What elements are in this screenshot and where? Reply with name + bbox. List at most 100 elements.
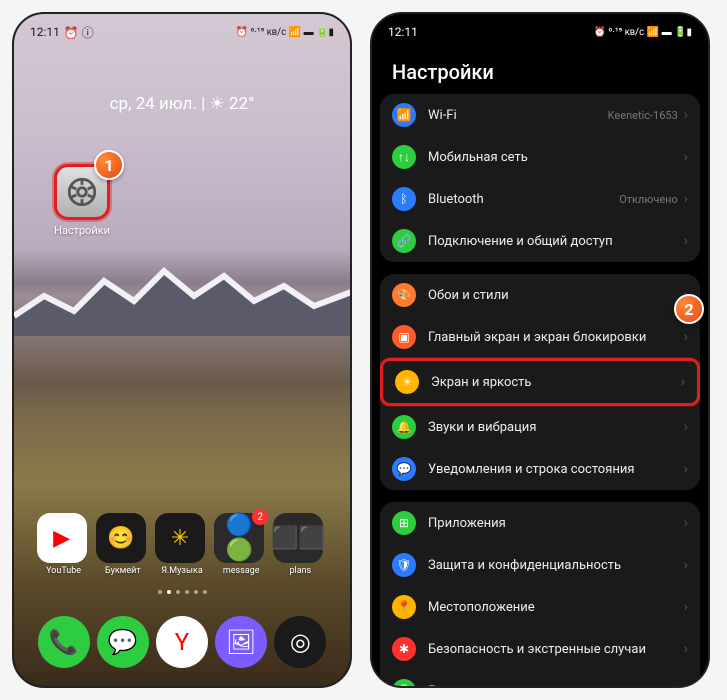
row-label: Батарея — [428, 684, 684, 689]
settings-row-защита-и-конфиденциальность[interactable]: 🛡 Защита и конфиденциальность› — [380, 544, 700, 586]
app-message[interactable]: 🔵🟢2 message — [214, 513, 268, 576]
row-value: Keenetic-1653 — [608, 109, 678, 122]
row-icon: 🛡 — [392, 553, 416, 577]
dock-icon-3[interactable]: 🖼 — [215, 616, 267, 668]
settings-row-обои-и-стили[interactable]: 🎨Обои и стили› — [380, 274, 700, 316]
temperature: 22° — [229, 94, 254, 114]
app-icon: ▶ — [37, 513, 87, 563]
page-indicator — [14, 590, 350, 594]
chevron-right-icon: › — [684, 233, 688, 249]
row-icon: ✱ — [392, 637, 416, 661]
settings-row-местоположение[interactable]: 📍 Местоположение› — [380, 586, 700, 628]
chevron-right-icon: › — [684, 149, 688, 165]
settings-row-главный-экран-и-экран-блокировки[interactable]: ▣ Главный экран и экран блокировки› — [380, 316, 700, 358]
row-label: Местоположение — [428, 600, 684, 615]
settings-row-экран-и-яркость[interactable]: ☀ Экран и яркость› — [380, 358, 700, 406]
settings-row-wi-fi[interactable]: 📶 Wi-FiKeenetic-1653 › — [380, 94, 700, 136]
chevron-right-icon: › — [684, 107, 688, 123]
notification-badge: 2 — [252, 509, 268, 525]
chevron-right-icon: › — [684, 515, 688, 531]
chevron-right-icon: › — [684, 599, 688, 615]
settings-row-подключение-и-общий-доступ[interactable]: 🔗 Подключение и общий доступ› — [380, 220, 700, 262]
settings-row-батарея[interactable]: 🔋 Батарея› — [380, 670, 700, 688]
status-bar: 12:11 ⏰ ⁰·¹⁹ ᴋʙ/ᴄ 📶 ▬ 🔋▮ — [372, 14, 708, 44]
app-icon: 🔵🟢2 — [214, 513, 264, 563]
status-left-icons: ⏰ ⓘ — [64, 24, 94, 41]
row-label: Bluetooth — [428, 192, 619, 207]
app-букмейт[interactable]: 😊 Букмейт — [96, 513, 150, 576]
app-label: Настройки — [54, 224, 110, 237]
dock: 📞💬Y🖼◎ — [14, 616, 350, 668]
status-right-icons: ⏰ ⁰·¹⁹ ᴋʙ/ᴄ 📶 ▬ 🔋▮ — [236, 27, 334, 38]
row-label: Wi-Fi — [428, 108, 608, 123]
row-icon: 💬 — [392, 457, 416, 481]
mountain-silhouette — [14, 256, 352, 336]
row-value: Отключено — [619, 193, 678, 206]
settings-screen-phone: 12:11 ⏰ ⁰·¹⁹ ᴋʙ/ᴄ 📶 ▬ 🔋▮ Настройки 📶 Wi-F… — [370, 12, 710, 688]
chevron-right-icon: › — [684, 461, 688, 477]
row-label: Обои и стили — [428, 288, 684, 303]
row-label: Главный экран и экран блокировки — [428, 330, 684, 345]
callout-badge-1: 1 — [94, 150, 124, 180]
row-label: Экран и яркость — [431, 375, 681, 390]
status-bar: 12:11 ⏰ ⓘ ⏰ ⁰·¹⁹ ᴋʙ/ᴄ 📶 ▬ 🔋▮ — [14, 14, 350, 44]
settings-row-приложения[interactable]: ⊞Приложения› — [380, 502, 700, 544]
settings-row-звуки-и-вибрация[interactable]: 🔔Звуки и вибрация› — [380, 406, 700, 448]
app-youtube[interactable]: ▶ YouTube — [37, 513, 91, 576]
row-label: Подключение и общий доступ — [428, 234, 684, 249]
row-icon: 🎨 — [392, 283, 416, 307]
row-icon: 🔗 — [392, 229, 416, 253]
page-title: Настройки — [372, 44, 708, 94]
settings-list[interactable]: 📶Wi-FiKeenetic-1653›↑↓Мобильная сеть›ᛒBl… — [372, 94, 708, 688]
row-icon: ☀ — [395, 370, 419, 394]
wallpaper — [14, 14, 350, 686]
settings-row-bluetooth[interactable]: ᛒ BluetoothОтключено › — [380, 178, 700, 220]
app-label: message — [214, 566, 268, 576]
status-time: 12:11 — [30, 25, 60, 39]
callout-badge-2: 2 — [674, 294, 704, 324]
row-icon: 📍 — [392, 595, 416, 619]
weather-icon: ☀ — [209, 94, 224, 114]
app-icon: ✳ — [155, 513, 205, 563]
app-я.музыка[interactable]: ✳ Я.Музыка — [155, 513, 209, 576]
status-right-icons: ⏰ ⁰·¹⁹ ᴋʙ/ᴄ 📶 ▬ 🔋▮ — [594, 27, 692, 38]
chevron-right-icon: › — [684, 683, 688, 688]
chevron-right-icon: › — [684, 191, 688, 207]
row-label: Приложения — [428, 516, 684, 531]
dock-icon-0[interactable]: 📞 — [38, 616, 90, 668]
settings-row-мобильная-сеть[interactable]: ↑↓ Мобильная сеть› — [380, 136, 700, 178]
settings-group: 🎨 Обои и стили › ▣ Главный экран и экран бло… — [380, 274, 700, 490]
app-label: Я.Музыка — [155, 566, 209, 576]
settings-group: 📶Wi-FiKeenetic-1653›↑↓Мобильная сеть›ᛒBl… — [380, 94, 700, 262]
dock-icon-4[interactable]: ◎ — [274, 616, 326, 668]
row-label: Защита и конфиденциальность — [428, 558, 684, 573]
app-icon: 😊 — [96, 513, 146, 563]
row-icon: ↑↓ — [392, 145, 416, 169]
row-icon: 📶 — [392, 103, 416, 127]
row-label: Безопасность и экстренные случаи — [428, 642, 684, 657]
row-label: Уведомления и строка состояния — [428, 462, 684, 477]
settings-row-уведомления-и-строка-состояния[interactable]: 💬 Уведомления и строка состояния› — [380, 448, 700, 490]
chevron-right-icon: › — [684, 557, 688, 573]
weather-widget[interactable]: ср, 24 июл. | ☀ 22° — [14, 94, 350, 114]
app-icon: ⬛⬛ — [273, 513, 323, 563]
chevron-right-icon: › — [684, 329, 688, 345]
app-label: YouTube — [37, 566, 91, 576]
chevron-right-icon: › — [681, 374, 685, 390]
settings-row-безопасность-и-экстренные-случаи[interactable]: ✱ Безопасность и экстренные случаи› — [380, 628, 700, 670]
row-icon: ᛒ — [392, 187, 416, 211]
row-label: Мобильная сеть — [428, 150, 684, 165]
app-label: plans — [273, 566, 327, 576]
row-icon: ▣ — [392, 325, 416, 349]
settings-app[interactable]: Настройки 1 — [54, 164, 110, 237]
chevron-right-icon: › — [684, 419, 688, 435]
dock-icon-1[interactable]: 💬 — [97, 616, 149, 668]
status-time: 12:11 — [388, 25, 418, 39]
app-label: Букмейт — [96, 566, 150, 576]
chevron-right-icon: › — [684, 641, 688, 657]
row-label: Звуки и вибрация — [428, 420, 684, 435]
dock-icon-2[interactable]: Y — [156, 616, 208, 668]
app-plans[interactable]: ⬛⬛ plans — [273, 513, 327, 576]
row-icon: 🔋 — [392, 679, 416, 688]
date-text: ср, 24 июл. — [110, 94, 197, 114]
